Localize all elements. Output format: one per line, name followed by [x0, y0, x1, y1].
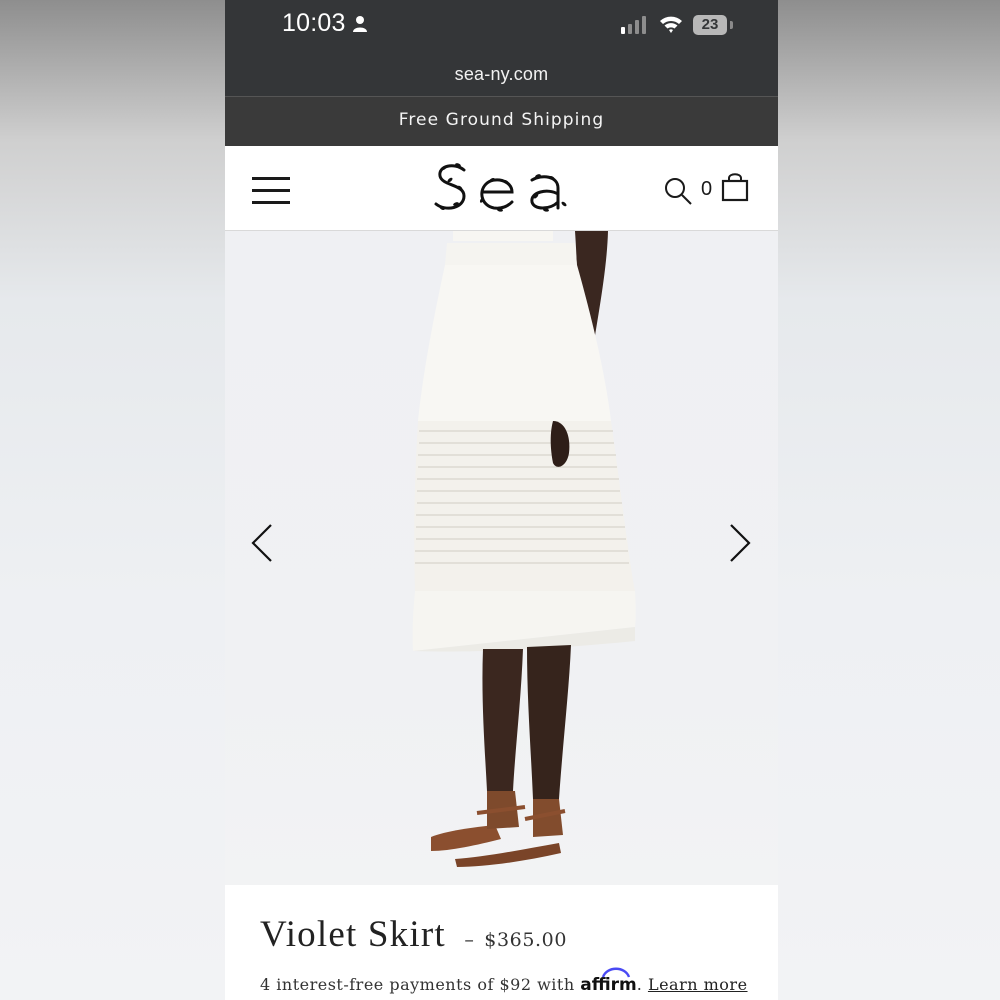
signal-icon — [621, 16, 646, 34]
chevron-right-icon[interactable] — [725, 523, 753, 563]
site-header: 0 — [225, 146, 778, 231]
chevron-left-icon[interactable] — [249, 523, 277, 563]
person-icon — [353, 16, 367, 32]
affirm-logo: affirm — [580, 967, 637, 995]
installments-suffix: . — [636, 975, 648, 994]
cart-count[interactable]: 0 — [701, 178, 712, 201]
affirm-brand: affirm — [580, 975, 637, 995]
title-row: Violet Skirt – $365.00 — [260, 913, 567, 956]
product-gallery[interactable] — [225, 231, 778, 885]
learn-more-link[interactable]: Learn more — [648, 975, 748, 994]
sea-logo[interactable] — [430, 160, 572, 216]
search-icon[interactable] — [663, 176, 693, 206]
battery-icon: 23 — [693, 15, 727, 35]
status-bar: 10:03 23 sea-ny.com — [225, 0, 778, 97]
phone-screen: 10:03 23 sea-ny.com Free Ground Shipping — [225, 0, 778, 1000]
product-photo — [412, 231, 636, 867]
bag-icon[interactable] — [721, 172, 749, 202]
price-separator: – — [464, 929, 474, 951]
installments-prefix: 4 interest-free payments of $92 with — [260, 975, 581, 994]
url-bar[interactable]: sea-ny.com — [225, 64, 778, 85]
status-time: 10:03 — [282, 9, 346, 37]
promo-banner[interactable]: Free Ground Shipping — [225, 97, 778, 146]
product-info: Violet Skirt – $365.00 4 interest-free p… — [225, 885, 778, 1000]
battery-nub — [730, 21, 733, 29]
product-name: Violet Skirt — [260, 914, 446, 955]
affirm-arc-icon — [602, 967, 631, 978]
wifi-icon — [660, 16, 682, 33]
product-price: $365.00 — [484, 929, 568, 951]
menu-icon[interactable] — [252, 177, 290, 205]
installments-text: 4 interest-free payments of $92 with aff… — [260, 967, 748, 995]
